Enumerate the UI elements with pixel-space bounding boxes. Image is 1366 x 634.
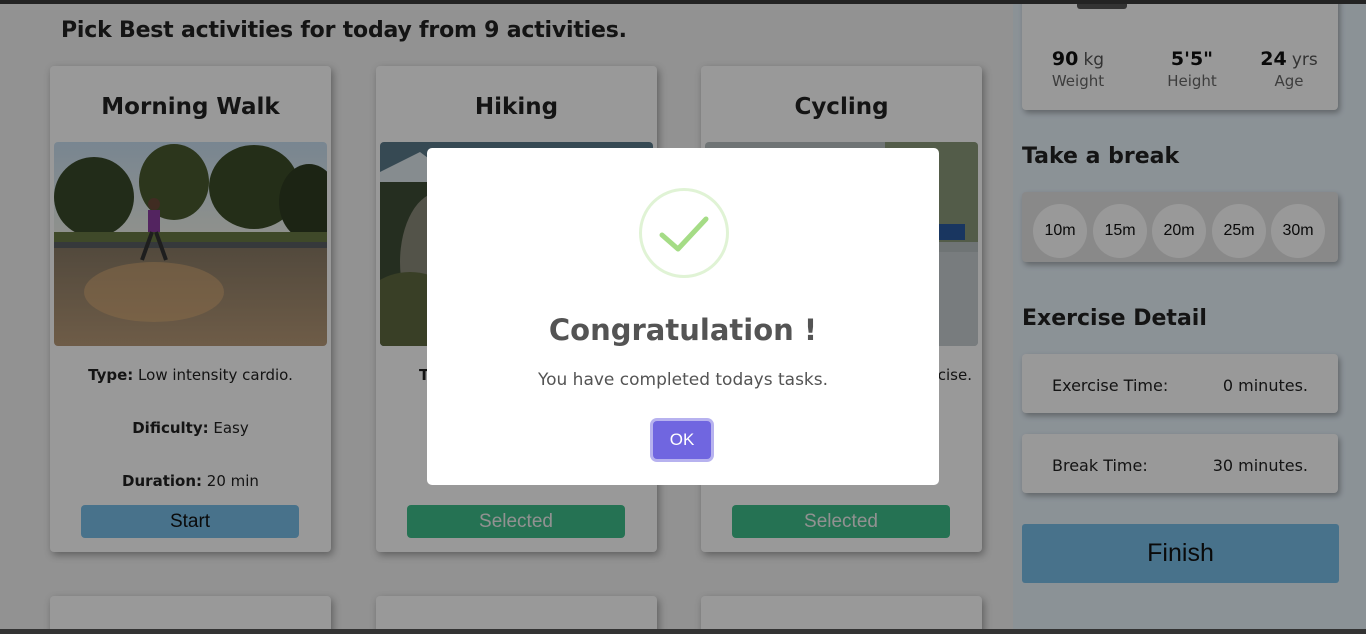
bottom-bar	[0, 629, 1366, 634]
ok-button[interactable]: OK	[653, 421, 711, 459]
success-modal: Congratulation ! You have completed toda…	[427, 148, 939, 485]
modal-message: You have completed todays tasks.	[537, 370, 829, 390]
success-check-icon	[639, 188, 729, 278]
modal-title: Congratulation !	[548, 313, 818, 347]
